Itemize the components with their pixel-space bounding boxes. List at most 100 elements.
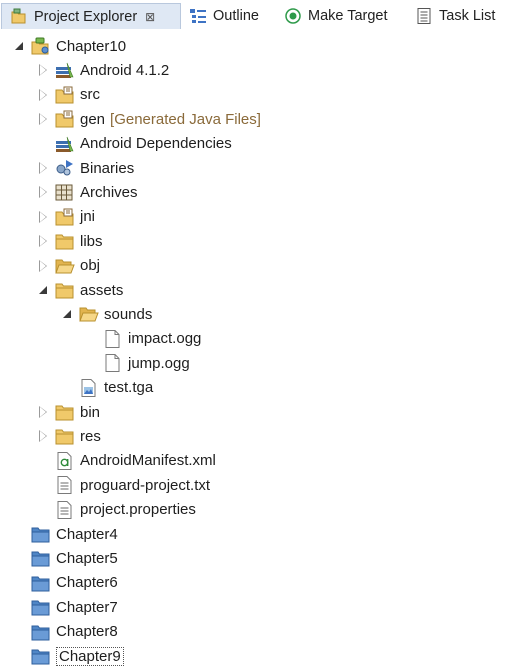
tree-item[interactable]: Binaries xyxy=(36,156,134,180)
tree-item-label: bin xyxy=(80,403,101,421)
tree-item-decoration: [Generated Java Files] xyxy=(110,110,261,128)
tab-outline[interactable]: Outline xyxy=(189,3,259,29)
collapsed-arrow-icon[interactable] xyxy=(36,404,52,420)
tree-item-label: Chapter7 xyxy=(56,598,118,616)
tab-label: Outline xyxy=(213,8,259,24)
tab-task-list[interactable]: Task List xyxy=(415,3,495,29)
tree-item-label: Android 4.1.2 xyxy=(80,61,170,79)
collapsed-arrow-icon[interactable] xyxy=(36,111,52,127)
tree-item-label: test.tga xyxy=(104,379,154,397)
collapsed-arrow-icon[interactable] xyxy=(36,184,52,200)
text-file-icon xyxy=(55,500,75,519)
collapsed-arrow-icon[interactable] xyxy=(36,233,52,249)
tree-item[interactable]: Chapter5 xyxy=(12,546,118,570)
tree-item[interactable]: libs xyxy=(36,229,103,253)
tree-item[interactable]: res xyxy=(36,424,101,448)
tree-item[interactable]: Android 4.1.2 xyxy=(36,58,169,82)
tree-item-label: Chapter5 xyxy=(56,549,118,567)
tree-item[interactable]: gen [Generated Java Files] xyxy=(36,107,261,131)
outline-icon xyxy=(189,7,207,25)
tree-item-label: assets xyxy=(80,281,124,299)
tree-item-label: Chapter9 xyxy=(56,646,124,666)
source-folder-icon xyxy=(55,208,75,226)
tree-item[interactable]: Chapter10 xyxy=(12,34,126,58)
tree-item-label: jni xyxy=(80,208,96,226)
collapsed-arrow-icon[interactable] xyxy=(36,87,52,103)
folder-icon xyxy=(55,281,75,299)
tree-item-label: Binaries xyxy=(80,159,135,177)
tree-item[interactable]: Chapter4 xyxy=(12,522,118,546)
expanded-arrow-icon[interactable] xyxy=(60,306,76,322)
tree-item-label: jump.ogg xyxy=(128,354,190,372)
tree-item[interactable]: src xyxy=(36,83,100,107)
collapsed-arrow-icon[interactable] xyxy=(36,258,52,274)
tree-item[interactable]: Chapter8 xyxy=(12,620,118,644)
tree-item[interactable]: test.tga xyxy=(60,376,153,400)
tree-item[interactable]: Chapter6 xyxy=(12,571,118,595)
collapsed-arrow-icon[interactable] xyxy=(36,209,52,225)
tree-item-label: Chapter8 xyxy=(56,623,118,641)
tree-item-label: libs xyxy=(80,232,103,250)
source-folder-icon xyxy=(55,110,75,128)
tree-item-label: AndroidManifest.xml xyxy=(80,452,216,470)
closed-project-icon xyxy=(31,598,51,616)
tab-label: Project Explorer xyxy=(34,8,138,25)
tab-project-explorer[interactable]: Project Explorer ⊠ xyxy=(1,3,181,29)
tree-item[interactable]: jni xyxy=(36,205,95,229)
closed-project-icon xyxy=(31,549,51,567)
text-file-icon xyxy=(55,476,75,495)
folder-open-icon xyxy=(55,257,75,275)
tab-make-target[interactable]: Make Target xyxy=(284,3,388,29)
image-file-icon xyxy=(79,378,99,397)
close-icon[interactable]: ⊠ xyxy=(145,10,155,24)
tree-item[interactable]: project.properties xyxy=(36,498,196,522)
xml-file-icon xyxy=(55,451,75,470)
tree-item[interactable]: Archives xyxy=(36,180,138,204)
collapsed-arrow-icon[interactable] xyxy=(36,160,52,176)
android-project-icon xyxy=(31,37,51,55)
closed-project-icon xyxy=(31,623,51,641)
tree-item[interactable]: Chapter7 xyxy=(12,595,118,619)
tree-item-label: Android Dependencies xyxy=(80,135,232,153)
expanded-arrow-icon[interactable] xyxy=(36,282,52,298)
tab-label: Task List xyxy=(439,8,496,24)
tree-item[interactable]: Android Dependencies xyxy=(36,132,232,156)
archives-icon xyxy=(55,183,75,201)
tree-item[interactable]: bin xyxy=(36,400,100,424)
tree-item[interactable]: assets xyxy=(36,278,123,302)
tree-item-label: Chapter10 xyxy=(56,37,127,55)
tree-item[interactable]: impact.ogg xyxy=(84,327,201,351)
tree-item-label: proguard-project.txt xyxy=(80,476,211,494)
library-icon xyxy=(55,61,75,79)
tree-item[interactable]: sounds xyxy=(60,302,152,326)
expanded-arrow-icon[interactable] xyxy=(12,38,28,54)
file-icon xyxy=(103,329,123,348)
tree-item[interactable]: jump.ogg xyxy=(84,351,190,375)
collapsed-arrow-icon[interactable] xyxy=(36,62,52,78)
tree-item-label: project.properties xyxy=(80,501,196,519)
view-tab-bar: Project Explorer ⊠ Outline Make Target T… xyxy=(0,0,513,32)
tree-item-label: Chapter6 xyxy=(56,574,118,592)
folder-open-icon xyxy=(79,305,99,323)
tree-item[interactable]: obj xyxy=(36,254,100,278)
tree-item-label: Chapter4 xyxy=(56,525,118,543)
closed-project-icon xyxy=(31,574,51,592)
file-icon xyxy=(103,354,123,373)
tree-item-label: gen xyxy=(80,110,106,128)
collapsed-arrow-icon[interactable] xyxy=(36,428,52,444)
task-list-icon xyxy=(415,7,433,25)
tree-item[interactable]: proguard-project.txt xyxy=(36,473,210,497)
tree-item-label: obj xyxy=(80,257,101,275)
tree-item[interactable]: AndroidManifest.xml xyxy=(36,449,216,473)
tree-item[interactable]: Chapter9 xyxy=(12,644,124,668)
